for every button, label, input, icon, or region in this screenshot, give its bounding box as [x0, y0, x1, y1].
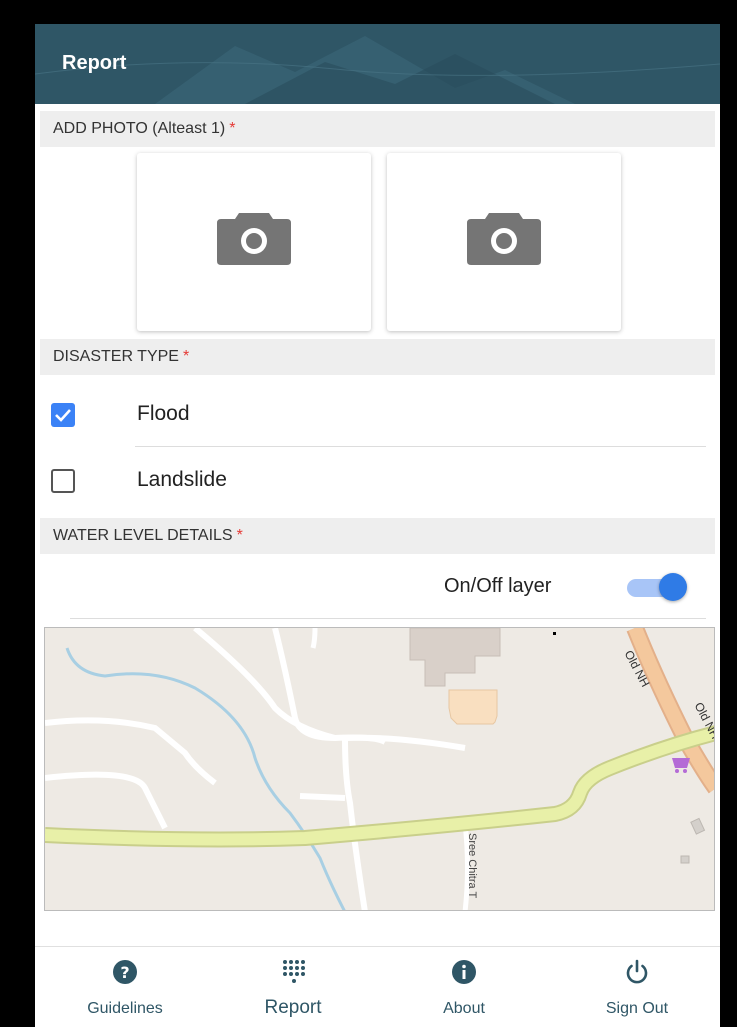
nav-about[interactable]: About [404, 947, 524, 1027]
map-canvas [45, 628, 714, 910]
disaster-type-label: DISASTER TYPE [53, 348, 179, 365]
required-mark: * [236, 527, 243, 544]
option-divider [135, 446, 706, 447]
disaster-type-header: DISASTER TYPE * [40, 339, 715, 375]
nav-sign-out[interactable]: Sign Out [577, 947, 697, 1027]
app-bar: Report [35, 24, 720, 104]
nav-about-label: About [443, 1000, 485, 1017]
nav-sign-out-label: Sign Out [605, 1000, 669, 1017]
nav-report-label: Report [264, 997, 322, 1018]
required-mark: * [229, 120, 236, 137]
shop-icon [672, 758, 690, 773]
map-view[interactable]: Old NH Old NH Sree Chitra T [44, 627, 715, 911]
flood-label: Flood [137, 402, 190, 425]
camera-icon [467, 213, 541, 265]
dots-grid-icon [283, 960, 305, 983]
add-photo-header: ADD PHOTO (Alteast 1) * [40, 111, 715, 147]
landslide-label: Landslide [137, 468, 227, 491]
layer-toggle-label: On/Off layer [444, 575, 552, 597]
power-icon [626, 959, 648, 984]
water-level-label: WATER LEVEL DETAILS [53, 527, 233, 544]
info-icon [452, 960, 476, 984]
layer-toggle[interactable] [625, 572, 691, 602]
phone-screen: Report ADD PHOTO (Alteast 1) * DISASTER T… [35, 0, 720, 1027]
checkmark-icon [55, 409, 71, 422]
toggle-divider [70, 618, 706, 619]
required-mark: * [182, 348, 190, 365]
option-landslide[interactable]: Landslide [35, 456, 720, 506]
appbar-mountain-decoration [35, 36, 720, 104]
photo-slot-1[interactable] [137, 153, 371, 331]
map-road-label: Sree Chitra T [466, 833, 478, 899]
camera-icon [217, 213, 291, 265]
nav-report[interactable]: Report [233, 947, 353, 1027]
nav-guidelines-label: Guidelines [87, 1000, 163, 1017]
option-flood[interactable]: Flood [35, 390, 720, 440]
page-title: Report [62, 52, 127, 74]
help-icon: ? [113, 960, 137, 984]
nav-guidelines[interactable]: ? Guidelines [65, 947, 185, 1027]
toggle-thumb [659, 573, 687, 601]
status-bar [35, 0, 720, 24]
landslide-checkbox[interactable] [51, 469, 75, 493]
add-photo-label: ADD PHOTO (Alteast 1) [53, 120, 226, 137]
flood-checkbox[interactable] [51, 403, 75, 427]
photo-slot-2[interactable] [387, 153, 621, 331]
svg-text:?: ? [120, 963, 129, 982]
bottom-navigation: ? Guidelines Report About Sign Out [35, 946, 720, 1027]
water-level-header: WATER LEVEL DETAILS * [40, 518, 715, 554]
